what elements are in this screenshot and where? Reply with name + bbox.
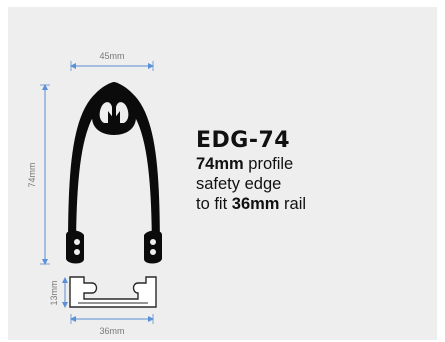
product-type-line: safety edge [196, 175, 282, 193]
profile-size-value: 74mm [196, 155, 244, 173]
product-panel: 45mm 74mm 13mm 36mm EDG-74 74mm profile … [8, 7, 437, 340]
rail-fit-value: 36mm [231, 195, 280, 213]
rail-profile [69, 276, 157, 308]
rail-fit-line: to fit 36mm rail [196, 194, 306, 214]
rail-fit-prefix: to fit [196, 195, 232, 213]
product-code: EDG-74 [196, 128, 291, 153]
product-description: EDG-74 74mm profile safety edge to fit 3… [196, 128, 306, 214]
rail-height-label: 13mm [49, 280, 59, 305]
rail-height-dimension: 13mm [49, 277, 68, 308]
top-width-dimension: 45mm [70, 51, 154, 71]
profile-size-line: 74mm profile [196, 154, 306, 174]
top-width-label: 45mm [99, 51, 124, 61]
height-label: 74mm [27, 162, 37, 187]
rail-width-dimension: 36mm [70, 314, 154, 336]
profile-diagram: 45mm 74mm 13mm 36mm [27, 51, 162, 336]
height-dimension: 74mm [27, 84, 50, 265]
safety-edge-profile [66, 82, 162, 264]
rail-fit-suffix: rail [279, 195, 307, 213]
rail-width-label: 36mm [99, 326, 124, 336]
profile-size-suffix: profile [243, 155, 294, 173]
